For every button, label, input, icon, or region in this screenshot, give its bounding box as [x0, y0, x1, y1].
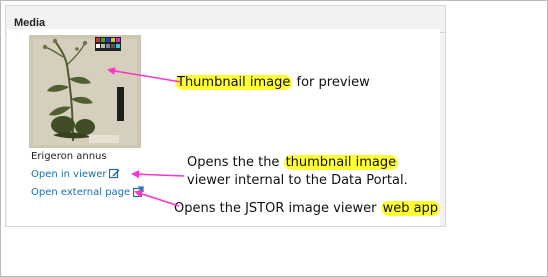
- edit-icon: [109, 168, 120, 182]
- annotation-viewer-line2: viewer internal to the Data Portal.: [187, 173, 408, 188]
- open-in-viewer-link[interactable]: Open in viewer: [31, 168, 120, 182]
- annotation-thumbnail-highlight: Thumbnail image: [175, 75, 293, 90]
- annotation-viewer-highlight: thumbnail image: [283, 155, 399, 170]
- annotation-thumbnail: Thumbnail image for preview: [175, 74, 370, 91]
- external-link-icon: [133, 186, 144, 200]
- specimen-name: Erigeron annus: [31, 151, 107, 162]
- open-in-viewer-label: Open in viewer: [31, 169, 107, 180]
- annotation-viewer-line1: Opens the the thumbnail image: [187, 154, 399, 171]
- screenshot-frame: Media Erigeron annus Open in viewer Open…: [0, 0, 548, 277]
- open-external-page-link[interactable]: Open external page: [31, 186, 144, 200]
- annotation-external-pre: Opens the JSTOR image viewer: [174, 201, 381, 216]
- annotation-viewer-pre: Opens the the: [187, 155, 284, 170]
- herbarium-specimen-image: [29, 35, 141, 148]
- thumbnail-image[interactable]: [29, 35, 141, 148]
- open-external-page-label: Open external page: [31, 187, 131, 198]
- panel-title: Media: [14, 17, 46, 29]
- annotation-external-highlight: web app: [380, 201, 441, 216]
- annotation-external: Opens the JSTOR image viewer web app: [174, 200, 441, 217]
- annotation-thumbnail-rest: for preview: [292, 75, 370, 90]
